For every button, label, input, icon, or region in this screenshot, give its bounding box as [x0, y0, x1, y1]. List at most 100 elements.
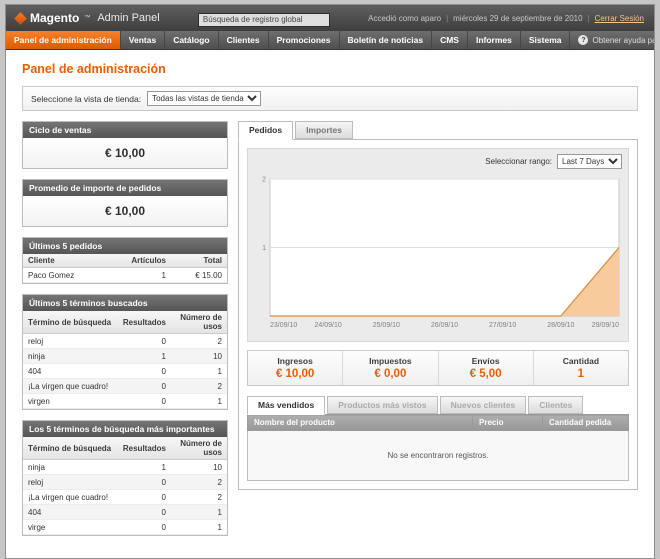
table-row[interactable]: ¡La virgen que cuadro!02 — [23, 490, 227, 505]
total-value: € 5,00 — [443, 368, 529, 380]
totals-bar: Ingresos € 10,00 Impuestos € 0,00 Envíos… — [247, 350, 629, 386]
nav-item-ventas[interactable]: Ventas — [121, 31, 165, 49]
table-row[interactable]: ¡La virgen que cuadro!02 — [23, 379, 227, 394]
col-precio: Precio — [473, 415, 543, 431]
col-termino: Término de búsqueda — [23, 437, 118, 460]
cell: 10 — [171, 460, 227, 475]
nav-item-boletin[interactable]: Boletín de noticias — [340, 31, 433, 49]
top-search-terms-body: ninja110reloj02¡La virgen que cuadro!024… — [23, 460, 227, 535]
svg-text:2: 2 — [262, 177, 266, 184]
range-bar: Seleccionar rango: Last 7 Days — [254, 154, 622, 169]
table-header-row: Cliente Artículos Total — [23, 254, 227, 268]
table-row[interactable]: ninja110 — [23, 349, 227, 364]
magento-admin-window: Magento ™ Admin Panel Accedió como aparo… — [5, 4, 655, 559]
cell: 0 — [118, 394, 171, 409]
separator: | — [446, 14, 448, 23]
total-cantidad: Cantidad 1 — [533, 351, 628, 385]
grid-tabs: Más vendidos Productos más vistos Nuevos… — [247, 396, 629, 414]
lifetime-sales-box: Ciclo de ventas € 10,00 — [22, 121, 228, 169]
col-cliente: Cliente — [23, 254, 126, 268]
nav-item-cms[interactable]: CMS — [432, 31, 468, 49]
col-total: Total — [171, 254, 227, 268]
logged-in-as: Accedió como aparo — [368, 14, 441, 23]
top-search-terms-box: Los 5 términos de búsqueda más important… — [22, 420, 228, 536]
cell: 0 — [118, 520, 171, 535]
cell: ¡La virgen que cuadro! — [23, 490, 118, 505]
dashboard-maincol: Pedidos Importes Seleccionar rango: Last… — [238, 121, 638, 490]
cell: 1 — [118, 460, 171, 475]
col-articulos: Artículos — [126, 254, 171, 268]
cell: reloj — [23, 475, 118, 490]
cell: 404 — [23, 505, 118, 520]
separator: | — [588, 14, 590, 23]
tab-importes[interactable]: Importes — [295, 121, 353, 139]
total-value: 1 — [538, 368, 624, 380]
cell: 2 — [171, 475, 227, 490]
nav-item-catalogo[interactable]: Catálogo — [165, 31, 218, 49]
nav-item-informes[interactable]: Informes — [468, 31, 521, 49]
total-label: Cantidad — [538, 356, 624, 366]
tab-nuevos-clientes[interactable]: Nuevos clientes — [440, 396, 527, 414]
tab-clientes[interactable]: Clientes — [528, 396, 583, 414]
total-envios: Envíos € 5,00 — [438, 351, 533, 385]
brand: Magento ™ Admin Panel — [16, 11, 160, 25]
nav-item-promociones[interactable]: Promociones — [269, 31, 340, 49]
page-title: Panel de administración — [22, 62, 638, 76]
cell: 10 — [171, 349, 227, 364]
header-bar: Magento ™ Admin Panel Accedió como aparo… — [6, 5, 654, 31]
cell: 2 — [171, 334, 227, 349]
table-row[interactable]: Paco Gomez1€ 15.00 — [23, 268, 227, 283]
cell: 404 — [23, 364, 118, 379]
tab-mas-vendidos[interactable]: Más vendidos — [247, 396, 325, 415]
table-row[interactable]: reloj02 — [23, 475, 227, 490]
table-row[interactable]: 40401 — [23, 505, 227, 520]
page-content: Panel de administración Seleccione la vi… — [6, 50, 654, 558]
col-resultados: Resultados — [118, 311, 171, 334]
cell: 0 — [118, 364, 171, 379]
cell: ninja — [23, 349, 118, 364]
nav-item-dashboard[interactable]: Panel de administración — [6, 31, 121, 49]
col-nombre-producto: Nombre del producto — [248, 415, 473, 431]
store-view-select[interactable]: Todas las vistas de tienda — [147, 91, 261, 106]
orders-chart: 1223/09/1024/09/1025/09/1026/09/1027/09/… — [254, 173, 622, 331]
get-help-link[interactable]: ? Obtener ayuda para esta página — [570, 31, 655, 49]
tab-productos-mas-vistos[interactable]: Productos más vistos — [327, 396, 437, 414]
col-numero-usos: Número de usos — [171, 437, 227, 460]
global-search-input[interactable] — [198, 13, 330, 27]
cell: 1 — [171, 364, 227, 379]
table-row[interactable]: virge01 — [23, 520, 227, 535]
last-search-terms-box: Últimos 5 términos buscados Término de b… — [22, 294, 228, 410]
main-nav: Panel de administración Ventas Catálogo … — [6, 31, 654, 50]
svg-text:25/09/10: 25/09/10 — [373, 322, 400, 329]
col-cantidad-pedida: Cantidad pedida — [543, 415, 629, 431]
range-select[interactable]: Last 7 Days — [557, 154, 622, 169]
cell: 0 — [118, 475, 171, 490]
table-row[interactable]: 40401 — [23, 364, 227, 379]
tab-pedidos[interactable]: Pedidos — [238, 121, 293, 140]
average-orders-value: € 10,00 — [23, 196, 227, 226]
total-label: Envíos — [443, 356, 529, 366]
cell: reloj — [23, 334, 118, 349]
nav-item-sistema[interactable]: Sistema — [521, 31, 571, 49]
dashboard-sidebar: Ciclo de ventas € 10,00 Promedio de impo… — [22, 121, 228, 546]
grid-empty-row: No se encontraron registros. — [248, 431, 629, 481]
table-row[interactable]: virgen01 — [23, 394, 227, 409]
col-termino: Término de búsqueda — [23, 311, 118, 334]
cell: 1 — [171, 394, 227, 409]
total-value: € 10,00 — [252, 368, 338, 380]
table-row[interactable]: reloj02 — [23, 334, 227, 349]
cell: 1 — [171, 520, 227, 535]
orders-panel: Seleccionar rango: Last 7 Days 1223/09/1… — [238, 139, 638, 490]
last-search-terms-table: Término de búsqueda Resultados Número de… — [23, 311, 227, 409]
table-row[interactable]: ninja110 — [23, 460, 227, 475]
cell: 1 — [126, 268, 171, 283]
nav-item-clientes[interactable]: Clientes — [219, 31, 269, 49]
bestsellers-grid: Nombre del producto Precio Cantidad pedi… — [247, 414, 629, 481]
dashboard-main: Ciclo de ventas € 10,00 Promedio de impo… — [22, 121, 638, 546]
cell: Paco Gomez — [23, 268, 126, 283]
grid-header-row: Nombre del producto Precio Cantidad pedi… — [248, 415, 629, 431]
global-search — [198, 9, 330, 27]
logout-link[interactable]: Cerrar Sesión — [595, 14, 644, 23]
chart-tabs: Pedidos Importes — [238, 121, 638, 139]
cell: 1 — [118, 349, 171, 364]
